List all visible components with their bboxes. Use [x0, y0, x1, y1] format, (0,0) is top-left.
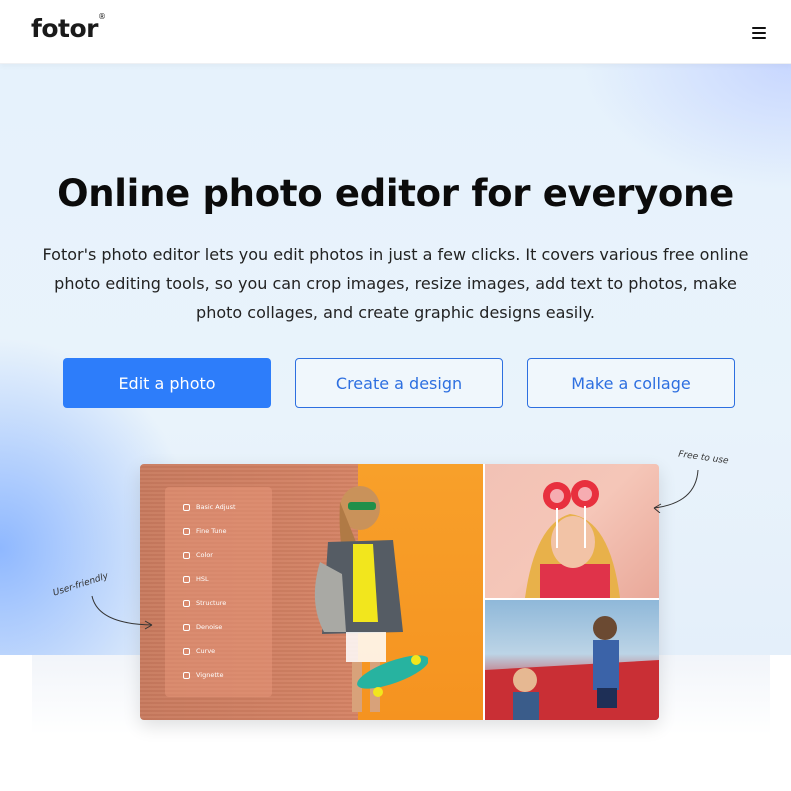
editor-showcase-image: Basic Adjust Fine Tune Color HSL Structu…	[140, 464, 659, 720]
triangle-icon	[183, 599, 190, 607]
hero-description: Fotor's photo editor lets you edit photo…	[42, 245, 749, 322]
editor-preview-panel: Basic Adjust Fine Tune Color HSL Structu…	[140, 464, 485, 720]
menu-line	[752, 32, 766, 34]
hamburger-menu-icon[interactable]	[752, 27, 766, 39]
vignette-icon	[183, 671, 190, 679]
adjust-item: Structure	[183, 596, 226, 610]
logo-text: fotor	[31, 14, 99, 43]
arrow-icon	[653, 469, 699, 513]
adjust-item: Basic Adjust	[183, 500, 236, 514]
edit-photo-button[interactable]: Edit a photo	[63, 358, 271, 408]
car-photo-art	[485, 616, 659, 720]
adjust-item: Denoise	[183, 620, 222, 634]
girl-with-lollipops-photo	[485, 464, 659, 598]
top-navigation-bar: fotor®	[0, 0, 791, 64]
denoise-icon	[183, 623, 190, 631]
lollipop-photo-art	[525, 480, 620, 598]
adjust-item: Fine Tune	[183, 524, 226, 538]
adjust-item: Vignette	[183, 668, 223, 682]
drop-icon	[183, 527, 190, 535]
sliders-icon	[183, 503, 190, 511]
fotor-logo[interactable]: fotor®	[31, 12, 106, 43]
create-design-button[interactable]: Create a design	[295, 358, 503, 408]
hero-title: Online photo editor for everyone	[57, 172, 734, 215]
arrow-icon	[91, 595, 153, 630]
color-icon	[183, 551, 190, 559]
hsl-icon	[183, 575, 190, 583]
adjust-item: Curve	[183, 644, 215, 658]
logo-registered-mark: ®	[98, 12, 106, 21]
curve-icon	[183, 647, 190, 655]
menu-line	[752, 37, 766, 39]
adjust-item: HSL	[183, 572, 209, 586]
couple-with-red-car-photo	[485, 600, 659, 720]
adjust-menu-panel: Basic Adjust Fine Tune Color HSL Structu…	[165, 487, 272, 697]
menu-line	[752, 27, 766, 29]
girl-with-skateboard-photo	[314, 486, 428, 712]
make-collage-button[interactable]: Make a collage	[527, 358, 735, 408]
adjust-item: Color	[183, 548, 213, 562]
